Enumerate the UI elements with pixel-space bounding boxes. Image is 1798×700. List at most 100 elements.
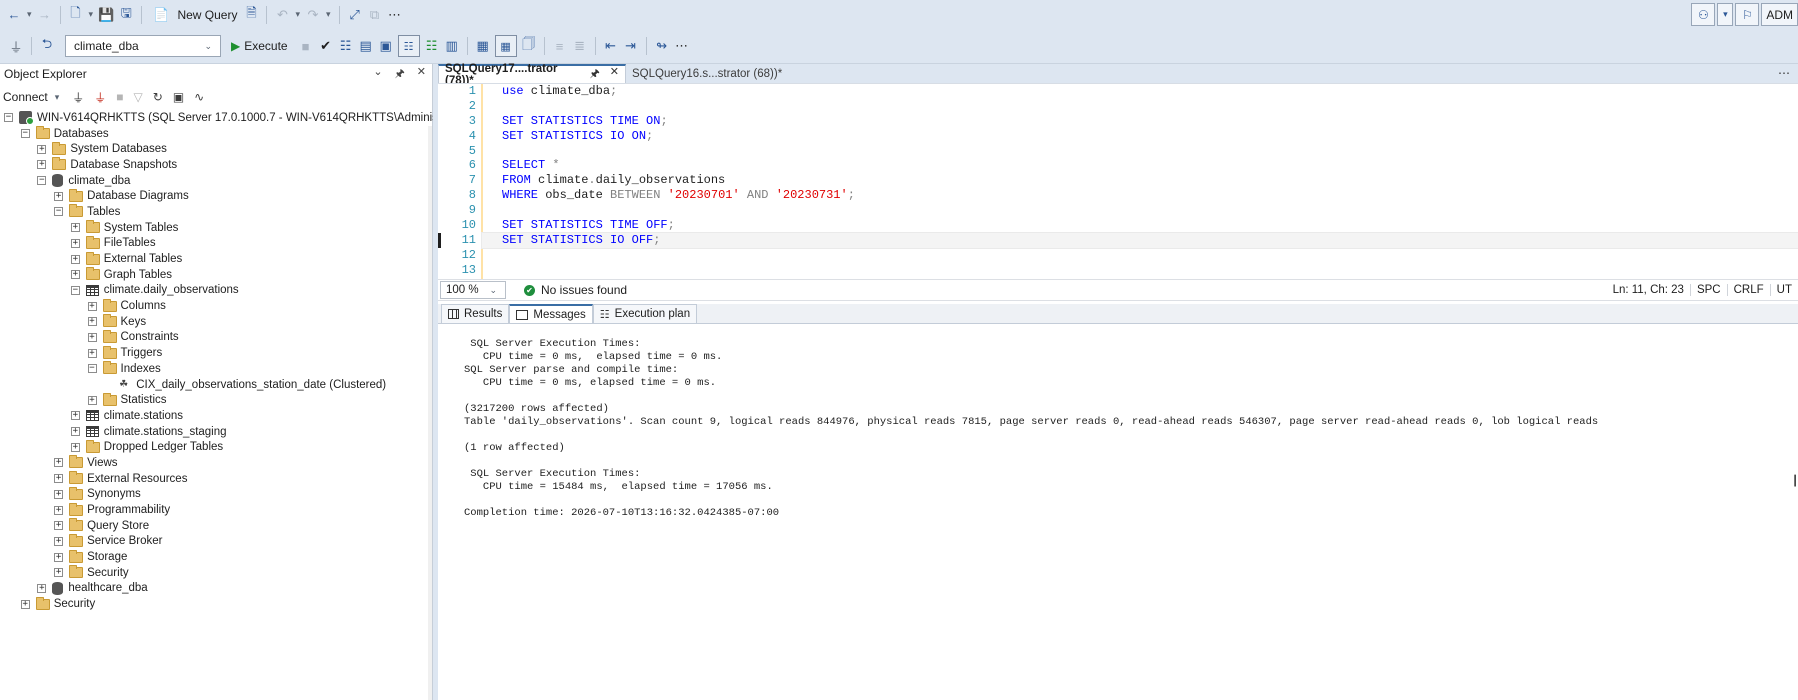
stop-icon[interactable]: ■ xyxy=(116,90,123,104)
sql-code[interactable]: use climate_dba; SET STATISTICS TIME ON;… xyxy=(481,84,1798,278)
expand-icon[interactable]: + xyxy=(54,552,64,562)
expand-icon[interactable]: + xyxy=(87,332,97,342)
execute-button[interactable]: ▶ Execute xyxy=(231,39,288,53)
tree-node[interactable]: + Keys xyxy=(0,314,432,330)
connect-button[interactable]: Connect ▾ xyxy=(3,90,62,104)
tree-node[interactable]: + Graph Tables xyxy=(0,267,432,283)
decrease-indent-icon[interactable]: ⇤ xyxy=(601,34,621,58)
window-layout-icon[interactable]: ⧉ xyxy=(365,3,385,27)
increase-indent-icon[interactable]: ⇥ xyxy=(621,34,641,58)
results-to-file-icon[interactable]: 🗍 xyxy=(519,34,539,58)
tree-node[interactable]: + Columns xyxy=(0,298,432,314)
forward-icon[interactable]: → xyxy=(35,3,55,27)
expand-icon[interactable]: + xyxy=(54,521,64,531)
tab-results[interactable]: Results xyxy=(441,304,510,323)
undo-icon[interactable]: ↶ xyxy=(272,3,292,27)
expand-icon[interactable]: + xyxy=(37,160,47,170)
expand-icon[interactable]: + xyxy=(87,317,97,327)
cursor-position[interactable]: Ln: 11, Ch: 23 xyxy=(1607,284,1690,296)
redo-dropdown-icon[interactable]: ▾ xyxy=(323,9,334,20)
tree-node[interactable]: − Indexes xyxy=(0,361,432,377)
activity-monitor-icon[interactable]: ⤢ xyxy=(345,3,365,27)
expand-icon[interactable]: + xyxy=(54,536,64,546)
expand-icon[interactable]: + xyxy=(87,301,97,311)
expand-icon[interactable]: + xyxy=(70,270,80,280)
comment-icon[interactable]: ≡ xyxy=(550,34,570,58)
tree-node[interactable]: + Dropped Ledger Tables xyxy=(0,439,432,455)
collapse-icon[interactable]: − xyxy=(37,176,47,186)
back-icon[interactable]: ← xyxy=(4,3,24,27)
issues-indicator[interactable]: ✔ No issues found xyxy=(524,283,627,297)
results-to-text-icon[interactable]: ▣ xyxy=(376,34,396,58)
back-dropdown-icon[interactable]: ▾ xyxy=(24,9,35,20)
tree-node[interactable]: + Constraints xyxy=(0,329,432,346)
object-details-icon[interactable]: ▣ xyxy=(173,90,184,104)
connect-plug-icon[interactable]: ⏚ xyxy=(6,34,26,58)
code-editor[interactable]: 1 2 3 4 5 6 7 8 9 10 11 12 13 use climate_dba; SET S… xyxy=(438,83,1798,280)
tree-node[interactable]: + Security xyxy=(0,596,432,612)
client-statistics-icon[interactable]: ▥ xyxy=(442,34,462,58)
expand-icon[interactable]: + xyxy=(70,238,80,248)
tree-node[interactable]: ☘ CIX_daily_observations_station_date (Cl… xyxy=(0,377,432,393)
collapse-icon[interactable]: − xyxy=(87,364,97,374)
activity-monitor-icon[interactable]: ∿ xyxy=(194,90,204,104)
copilot-icon[interactable]: ⚇ xyxy=(1691,3,1716,26)
zoom-select[interactable]: 100 % ⌄ xyxy=(440,281,506,299)
new-project-icon[interactable]: 🗋 xyxy=(66,3,86,27)
expand-icon[interactable]: + xyxy=(54,474,64,484)
tree-node[interactable]: − Databases xyxy=(0,126,432,142)
cancel-query-icon[interactable]: ■ xyxy=(296,34,316,58)
copilot-dropdown-icon[interactable]: ▾ xyxy=(1717,3,1734,26)
collapse-icon[interactable]: − xyxy=(20,129,30,139)
collapse-icon[interactable]: − xyxy=(54,207,64,217)
expand-icon[interactable]: + xyxy=(87,395,97,405)
tree-node[interactable]: + Views xyxy=(0,455,432,471)
tree-node[interactable]: + External Resources xyxy=(0,471,432,487)
expand-icon[interactable]: + xyxy=(54,568,64,578)
save-all-icon[interactable]: 🖫 xyxy=(116,3,136,27)
uncomment-icon[interactable]: ≣ xyxy=(570,34,590,58)
include-actual-plan-icon[interactable]: ☷ xyxy=(397,35,420,57)
tree-node[interactable]: + FileTables xyxy=(0,235,432,252)
new-project-dropdown-icon[interactable]: ▾ xyxy=(86,9,97,20)
display-estimated-plan-icon[interactable]: ☷ xyxy=(336,34,356,58)
database-select[interactable]: climate_dba ⌄ xyxy=(65,35,221,57)
tree-node[interactable]: + Triggers xyxy=(0,345,432,361)
tree-node[interactable]: + climate.stations_staging xyxy=(0,424,432,440)
tree-node[interactable]: + External Tables xyxy=(0,251,432,267)
undo-dropdown-icon[interactable]: ▾ xyxy=(292,9,303,20)
expand-icon[interactable]: + xyxy=(87,348,97,358)
save-icon[interactable]: 💾 xyxy=(96,3,116,27)
expand-icon[interactable]: + xyxy=(54,489,64,499)
line-ending[interactable]: CRLF xyxy=(1726,284,1770,296)
close-icon[interactable]: ✕ xyxy=(610,65,619,84)
specify-template-values-icon[interactable]: ↬ xyxy=(652,34,672,58)
tree-node[interactable]: + Programmability xyxy=(0,502,432,518)
tab-overflow-icon[interactable]: ⋯ xyxy=(1778,66,1790,80)
expand-icon[interactable]: + xyxy=(70,411,80,421)
tree-node[interactable]: + Database Snapshots xyxy=(0,157,432,173)
tab-execution-plan[interactable]: ☷ Execution plan xyxy=(592,304,698,323)
parse-check-icon[interactable]: ✔ xyxy=(316,34,336,58)
query-designer-icon[interactable]: ▤ xyxy=(356,34,376,58)
tab-sqlquery17[interactable]: SQLQuery17....trator (78))* 🖈 ✕ xyxy=(438,63,626,87)
connect-plug-icon[interactable]: ⏚ xyxy=(72,89,84,106)
toolbar-overflow-icon[interactable]: ⋯ xyxy=(672,34,692,58)
tree-node[interactable]: − WIN-V614QRHKTTS (SQL Server 17.0.1000.7… xyxy=(0,110,469,126)
expand-icon[interactable]: + xyxy=(70,427,80,437)
expand-icon[interactable]: + xyxy=(20,599,30,609)
collapse-icon[interactable]: − xyxy=(4,113,13,123)
expand-icon[interactable]: + xyxy=(54,505,64,515)
redo-icon[interactable]: ↷ xyxy=(303,3,323,27)
messages-pane[interactable]: ┃ SQL Server Execution Times: CPU time =… xyxy=(438,324,1798,694)
tab-messages[interactable]: Messages xyxy=(509,304,593,323)
tree-node[interactable]: + Service Broker xyxy=(0,533,432,550)
toolbar-overflow-icon[interactable]: ⋯ xyxy=(385,3,405,27)
expand-icon[interactable]: + xyxy=(70,254,80,264)
tab-sqlquery16[interactable]: SQLQuery16.s...strator (68))* xyxy=(626,64,788,83)
change-connection-icon[interactable]: ⮌ xyxy=(37,34,57,58)
tree-node[interactable]: + Storage xyxy=(0,549,432,565)
live-query-statistics-icon[interactable]: ☷ xyxy=(422,34,442,58)
expand-icon[interactable]: + xyxy=(54,191,64,201)
panel-menu-chevron-icon[interactable]: ⌄ xyxy=(373,65,382,84)
